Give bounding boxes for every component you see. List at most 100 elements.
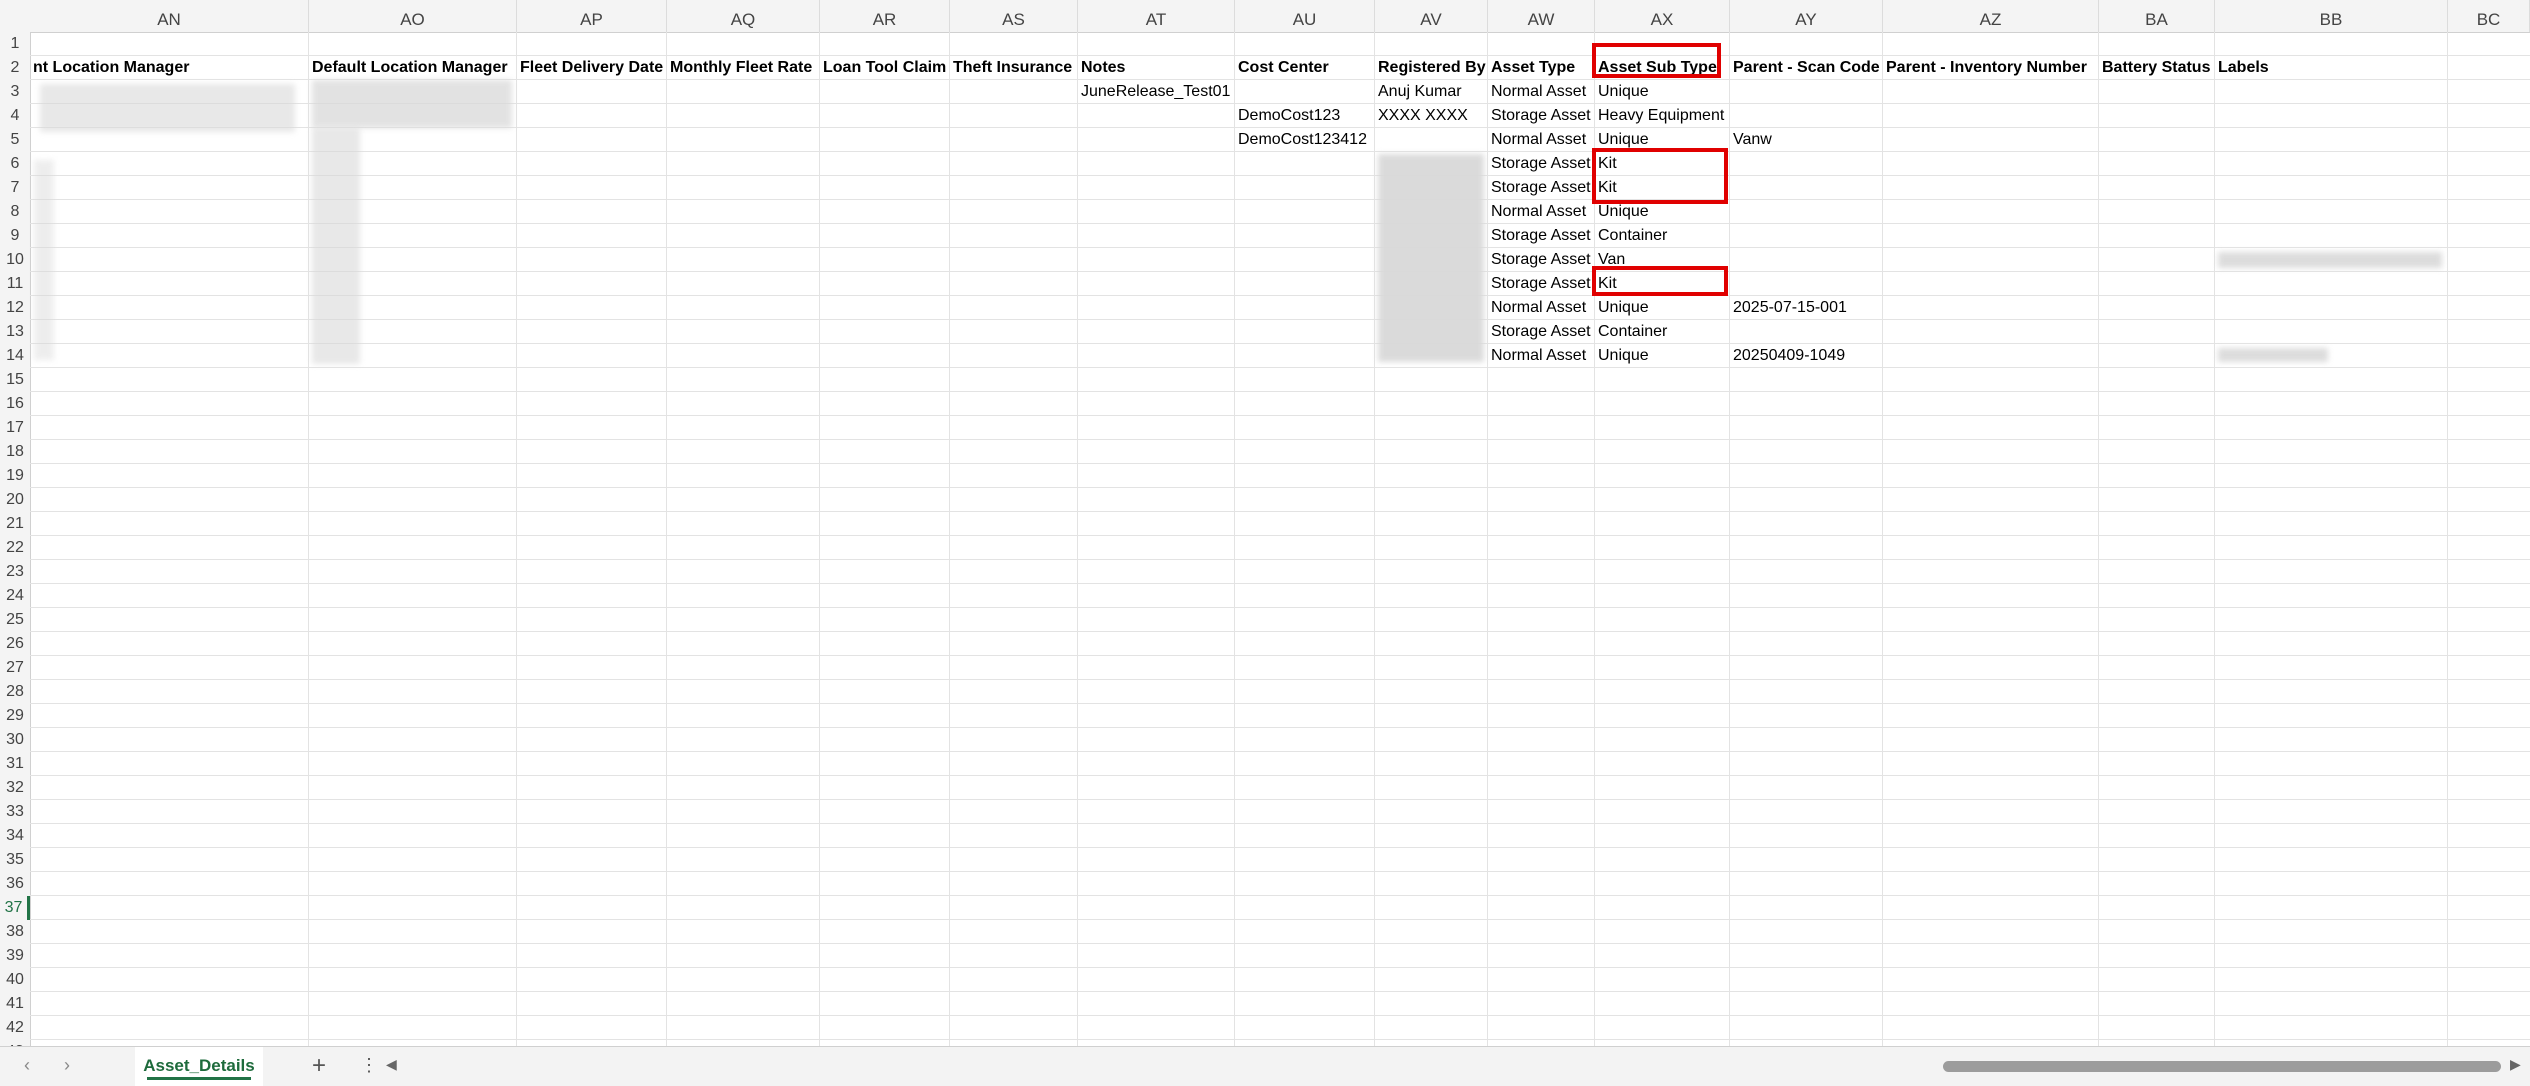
- cell-aw3[interactable]: Normal Asset: [1488, 80, 1595, 104]
- row-header[interactable]: 31: [0, 752, 30, 776]
- column-header-aw[interactable]: AW: [1488, 0, 1595, 32]
- row-header[interactable]: 26: [0, 632, 30, 656]
- row-header[interactable]: 13: [0, 320, 30, 344]
- row-header[interactable]: 2: [0, 56, 30, 80]
- row-header[interactable]: 23: [0, 560, 30, 584]
- row-header[interactable]: 27: [0, 656, 30, 680]
- header-cell-az[interactable]: Parent - Inventory Number: [1883, 56, 2099, 80]
- cell-aw11[interactable]: Storage Asset: [1488, 272, 1595, 296]
- row-header[interactable]: 17: [0, 416, 30, 440]
- column-header-an[interactable]: AN: [30, 0, 309, 32]
- cell-aw13[interactable]: Storage Asset: [1488, 320, 1595, 344]
- column-header-au[interactable]: AU: [1235, 0, 1375, 32]
- row-header[interactable]: 39: [0, 944, 30, 968]
- row-header[interactable]: 36: [0, 872, 30, 896]
- row-header[interactable]: 15: [0, 368, 30, 392]
- column-header-ao[interactable]: AO: [309, 0, 517, 32]
- cell-aw12[interactable]: Normal Asset: [1488, 296, 1595, 320]
- header-cell-ap[interactable]: Fleet Delivery Date: [517, 56, 667, 80]
- add-sheet-icon[interactable]: +: [312, 1052, 326, 1080]
- row-header[interactable]: 24: [0, 584, 30, 608]
- cell-aw5[interactable]: Normal Asset: [1488, 128, 1595, 152]
- cell-ax12[interactable]: Unique: [1595, 296, 1730, 320]
- header-cell-ay[interactable]: Parent - Scan Code: [1730, 56, 1883, 80]
- row-header[interactable]: 25: [0, 608, 30, 632]
- header-cell-as[interactable]: Theft Insurance: [950, 56, 1078, 80]
- row-header[interactable]: 4: [0, 104, 30, 128]
- cell-ax13[interactable]: Container: [1595, 320, 1730, 344]
- header-cell-aw[interactable]: Asset Type: [1488, 56, 1595, 80]
- scroll-right-icon[interactable]: ▶: [2510, 1056, 2521, 1073]
- row-header[interactable]: 35: [0, 848, 30, 872]
- cell-av4[interactable]: XXXX XXXX: [1375, 104, 1488, 128]
- cell-aw10[interactable]: Storage Asset: [1488, 248, 1595, 272]
- cell-aw7[interactable]: Storage Asset: [1488, 176, 1595, 200]
- more-options-icon[interactable]: ⋮: [360, 1055, 378, 1076]
- row-header[interactable]: 20: [0, 488, 30, 512]
- row-header[interactable]: 21: [0, 512, 30, 536]
- row-header[interactable]: 10: [0, 248, 30, 272]
- row-header[interactable]: 1: [0, 32, 30, 56]
- header-cell-an[interactable]: nt Location Manager: [30, 56, 309, 80]
- header-cell-bb[interactable]: Labels: [2215, 56, 2448, 80]
- cell-au5[interactable]: DemoCost123412: [1235, 128, 1375, 152]
- row-header[interactable]: 12: [0, 296, 30, 320]
- column-header-ax[interactable]: AX: [1595, 0, 1730, 32]
- column-header-bb[interactable]: BB: [2215, 0, 2448, 32]
- header-cell-ar[interactable]: Loan Tool Claim: [820, 56, 950, 80]
- header-cell-aq[interactable]: Monthly Fleet Rate: [667, 56, 820, 80]
- cell-ay5[interactable]: Vanw: [1730, 128, 1883, 152]
- row-header[interactable]: 40: [0, 968, 30, 992]
- row-header[interactable]: 38: [0, 920, 30, 944]
- row-header[interactable]: 3: [0, 80, 30, 104]
- prev-sheet-icon[interactable]: ‹: [24, 1055, 30, 1076]
- row-header[interactable]: 37: [0, 896, 30, 920]
- column-header-az[interactable]: AZ: [1883, 0, 2099, 32]
- row-header[interactable]: 42: [0, 1016, 30, 1040]
- column-header-ba[interactable]: BA: [2099, 0, 2215, 32]
- column-header-av[interactable]: AV: [1375, 0, 1488, 32]
- cell-at3[interactable]: JuneRelease_Test01: [1078, 80, 1235, 104]
- row-header[interactable]: 9: [0, 224, 30, 248]
- cell-ax3[interactable]: Unique: [1595, 80, 1730, 104]
- sheet-tab-asset-details[interactable]: Asset_Details: [135, 1047, 263, 1086]
- row-header[interactable]: 28: [0, 680, 30, 704]
- cell-ax4[interactable]: Heavy Equipment: [1595, 104, 1735, 128]
- column-header-ay[interactable]: AY: [1730, 0, 1883, 32]
- cell-aw8[interactable]: Normal Asset: [1488, 200, 1595, 224]
- next-sheet-icon[interactable]: ›: [64, 1055, 70, 1076]
- header-cell-at[interactable]: Notes: [1078, 56, 1235, 80]
- row-header[interactable]: 18: [0, 440, 30, 464]
- cell-av3[interactable]: Anuj Kumar: [1375, 80, 1488, 104]
- row-header[interactable]: 7: [0, 176, 30, 200]
- cell-ax14[interactable]: Unique: [1595, 344, 1730, 368]
- header-cell-au[interactable]: Cost Center: [1235, 56, 1375, 80]
- cell-aw4[interactable]: Storage Asset: [1488, 104, 1595, 128]
- row-header[interactable]: 5: [0, 128, 30, 152]
- cell-aw6[interactable]: Storage Asset: [1488, 152, 1595, 176]
- row-header[interactable]: 29: [0, 704, 30, 728]
- row-header[interactable]: 22: [0, 536, 30, 560]
- row-header[interactable]: 32: [0, 776, 30, 800]
- column-header-ar[interactable]: AR: [820, 0, 950, 32]
- row-header[interactable]: 6: [0, 152, 30, 176]
- row-header[interactable]: 41: [0, 992, 30, 1016]
- cell-au4[interactable]: DemoCost123: [1235, 104, 1375, 128]
- row-header[interactable]: 11: [0, 272, 30, 296]
- cell-aw9[interactable]: Storage Asset: [1488, 224, 1595, 248]
- row-header[interactable]: 19: [0, 464, 30, 488]
- row-header[interactable]: 33: [0, 800, 30, 824]
- spreadsheet-grid[interactable]: AN AO AP AQ AR AS AT AU AV AW AX AY AZ B…: [0, 0, 2530, 1046]
- header-cell-av[interactable]: Registered By: [1375, 56, 1488, 80]
- column-header-bc[interactable]: BC: [2448, 0, 2530, 32]
- row-header[interactable]: 14: [0, 344, 30, 368]
- cell-ay14[interactable]: 20250409-1049: [1730, 344, 1883, 368]
- column-header-as[interactable]: AS: [950, 0, 1078, 32]
- row-header[interactable]: 30: [0, 728, 30, 752]
- header-cell-ba[interactable]: Battery Status: [2099, 56, 2215, 80]
- header-cell-ao[interactable]: Default Location Manager: [309, 56, 517, 80]
- column-header-at[interactable]: AT: [1078, 0, 1235, 32]
- horizontal-scrollbar[interactable]: [388, 1057, 2523, 1075]
- cell-aw14[interactable]: Normal Asset: [1488, 344, 1595, 368]
- row-header[interactable]: 34: [0, 824, 30, 848]
